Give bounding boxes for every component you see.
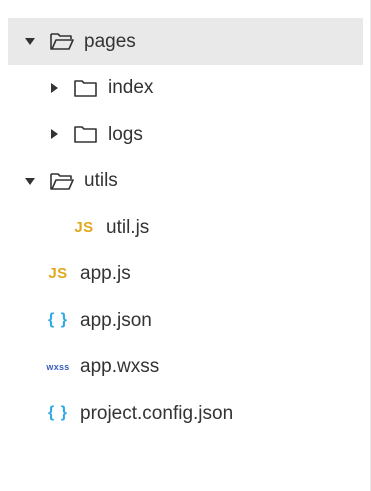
tree-item-label: index <box>108 77 154 99</box>
js-file-icon: JS <box>70 216 98 238</box>
json-badge: { } <box>48 311 68 329</box>
folder-open-icon <box>48 170 76 192</box>
caret-down-icon[interactable] <box>22 33 38 49</box>
json-file-icon: { } <box>44 402 72 424</box>
file-explorer-panel: pages index logs utils JS util.js JS app… <box>0 0 371 491</box>
caret-down-icon[interactable] <box>22 173 38 189</box>
js-badge: JS <box>48 265 68 283</box>
file-tree: pages index logs utils JS util.js JS app… <box>8 18 363 437</box>
tree-item-logs[interactable]: logs <box>8 111 363 158</box>
wxss-file-icon: wxss <box>44 356 72 378</box>
tree-item-label: util.js <box>106 216 150 238</box>
wxss-badge: wxss <box>46 361 70 372</box>
caret-right-icon[interactable] <box>46 126 62 142</box>
tree-item-label: logs <box>108 123 143 145</box>
folder-open-icon <box>48 30 76 52</box>
tree-item-label: utils <box>84 170 118 192</box>
tree-item-utils[interactable]: utils <box>8 158 363 205</box>
tree-item-label: app.js <box>80 263 131 285</box>
js-badge: JS <box>74 218 94 236</box>
folder-icon <box>72 77 100 99</box>
js-file-icon: JS <box>44 263 72 285</box>
tree-item-pages[interactable]: pages <box>8 18 363 65</box>
caret-right-icon[interactable] <box>46 80 62 96</box>
tree-item-app-wxss[interactable]: wxss app.wxss <box>8 344 363 391</box>
tree-item-label: app.wxss <box>80 356 160 378</box>
tree-item-app-json[interactable]: { } app.json <box>8 297 363 344</box>
tree-item-util-js[interactable]: JS util.js <box>8 204 363 251</box>
tree-item-label: project.config.json <box>80 402 234 424</box>
tree-item-project-config-json[interactable]: { } project.config.json <box>8 390 363 437</box>
tree-item-label: app.json <box>80 309 152 331</box>
folder-icon <box>72 123 100 145</box>
tree-item-index[interactable]: index <box>8 65 363 112</box>
tree-item-app-js[interactable]: JS app.js <box>8 251 363 298</box>
json-file-icon: { } <box>44 309 72 331</box>
json-badge: { } <box>48 404 68 422</box>
tree-item-label: pages <box>84 30 136 52</box>
